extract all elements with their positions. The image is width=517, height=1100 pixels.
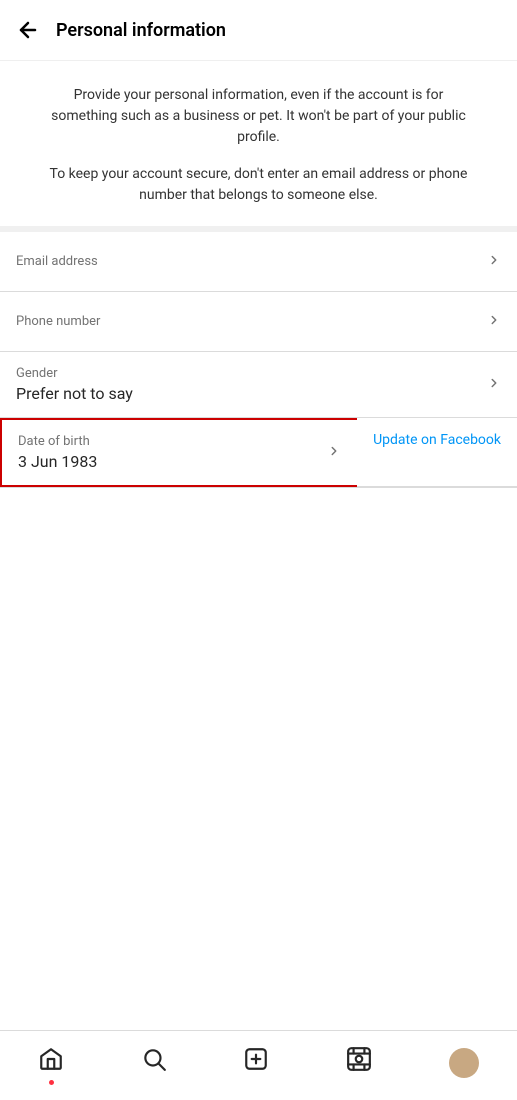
phone-chevron-icon — [487, 312, 501, 331]
description-secondary: To keep your account secure, don't enter… — [40, 164, 477, 206]
phone-field-row[interactable]: Phone number — [0, 292, 517, 352]
gender-label: Gender — [16, 366, 479, 381]
profile-avatar — [449, 1048, 479, 1078]
bottom-nav — [0, 1030, 517, 1100]
dob-label: Date of birth — [18, 434, 319, 449]
email-chevron-icon — [487, 252, 501, 271]
page-title: Personal information — [56, 20, 226, 41]
header: Personal information — [0, 0, 517, 61]
home-dot-indicator — [49, 1080, 54, 1085]
nav-profile[interactable] — [449, 1048, 479, 1078]
add-icon — [243, 1046, 269, 1079]
gender-field-row[interactable]: Gender Prefer not to say — [0, 352, 517, 418]
dob-field-row[interactable]: Date of birth 3 Jun 1983 — [0, 418, 357, 487]
description-primary: Provide your personal information, even … — [40, 85, 477, 148]
nav-search[interactable] — [141, 1046, 167, 1079]
email-field-left: Email address — [16, 254, 479, 269]
gender-chevron-icon — [487, 375, 501, 394]
dob-section: Date of birth 3 Jun 1983 Update on Faceb… — [0, 418, 517, 488]
home-icon — [38, 1046, 64, 1079]
gender-field-left: Gender Prefer not to say — [16, 366, 479, 403]
search-icon — [141, 1046, 167, 1079]
nav-home[interactable] — [38, 1046, 64, 1079]
dob-value: 3 Jun 1983 — [18, 452, 319, 471]
nav-add[interactable] — [243, 1046, 269, 1079]
dob-field-left: Date of birth 3 Jun 1983 — [18, 434, 319, 471]
update-on-facebook-button[interactable]: Update on Facebook — [357, 418, 517, 487]
reels-icon — [346, 1046, 372, 1079]
form-section: Email address Phone number Gender — [0, 232, 517, 488]
description-section: Provide your personal information, even … — [0, 61, 517, 232]
back-button[interactable] — [16, 14, 48, 46]
nav-reels[interactable] — [346, 1046, 372, 1079]
email-label: Email address — [16, 254, 479, 269]
phone-label: Phone number — [16, 314, 479, 329]
dob-chevron-icon — [327, 443, 341, 462]
gender-value: Prefer not to say — [16, 384, 479, 403]
phone-field-left: Phone number — [16, 314, 479, 329]
email-field-row[interactable]: Email address — [0, 232, 517, 292]
